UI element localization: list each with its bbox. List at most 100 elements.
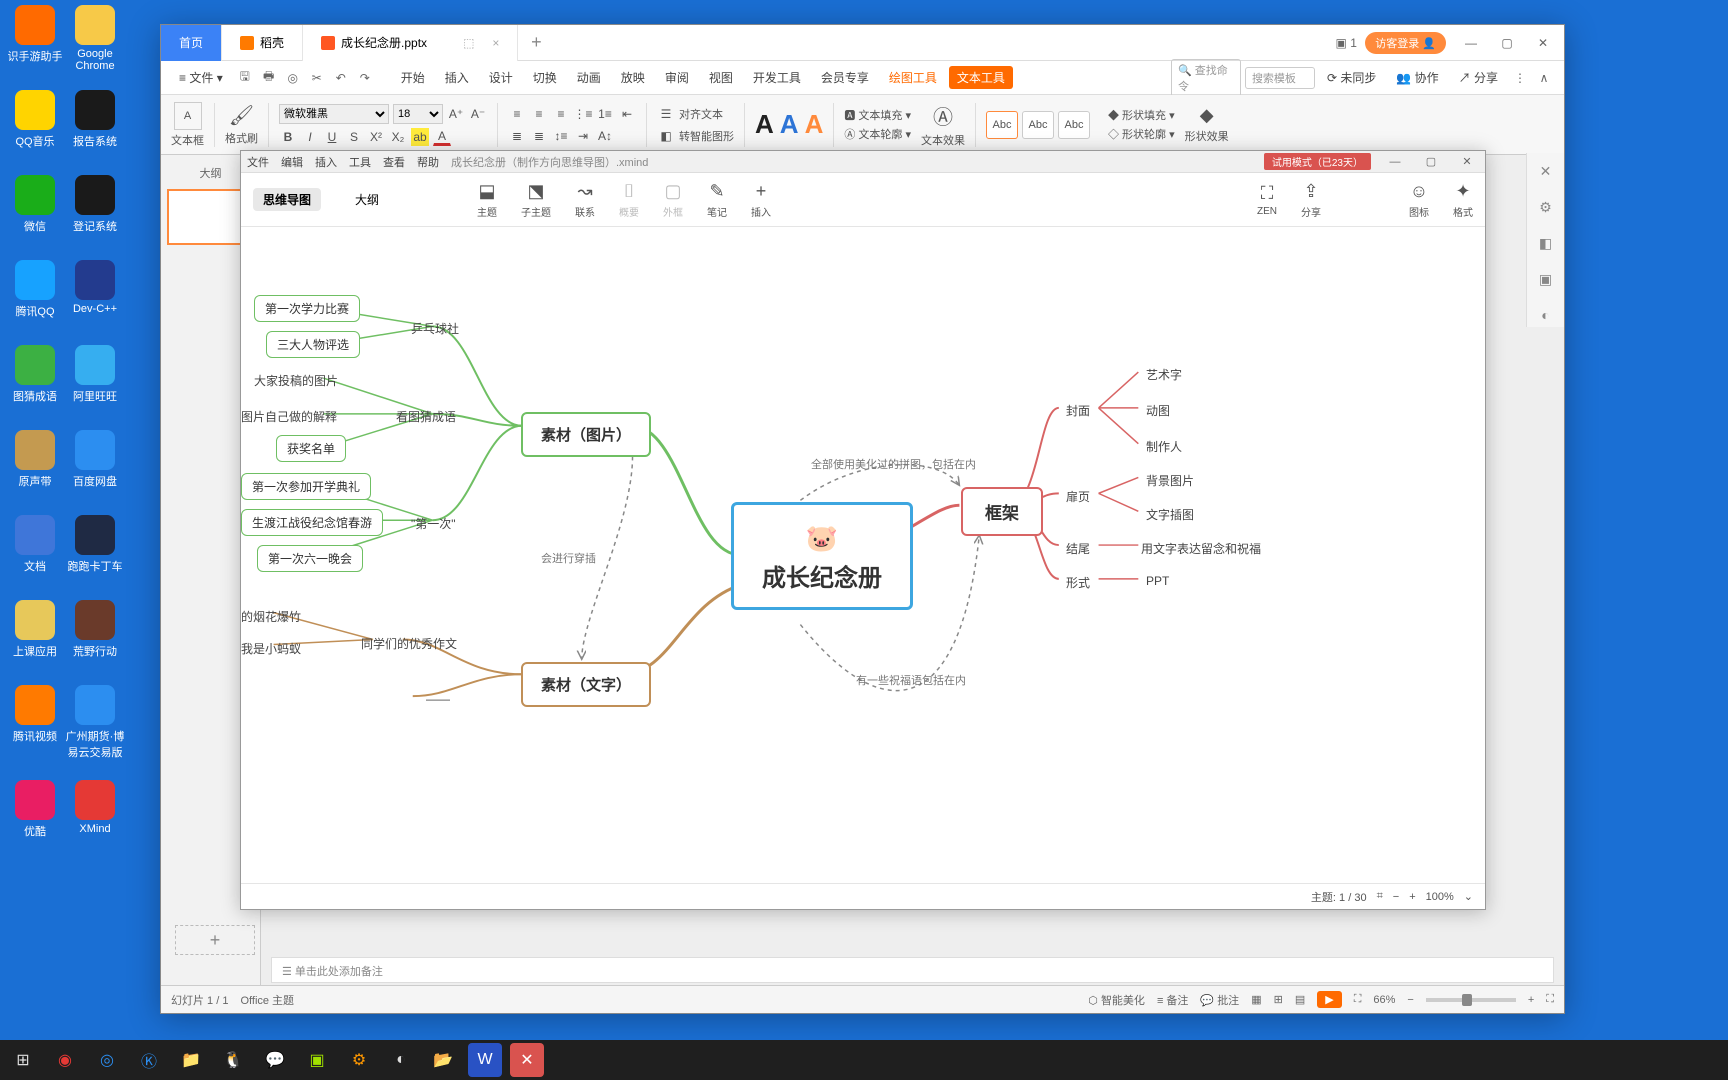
desktop-icon[interactable]: 广州期货·博易云交易版 xyxy=(65,685,125,760)
leaf[interactable]: 的烟花爆竹 xyxy=(241,608,301,625)
bullets-icon[interactable]: ⋮≡ xyxy=(574,105,592,123)
menu-insert[interactable]: 插入 xyxy=(437,65,477,90)
print-icon[interactable]: 🖶 xyxy=(259,68,279,88)
desktop-icon[interactable]: 报告系统 xyxy=(65,90,125,149)
leaf[interactable]: 第一次六一晚会 xyxy=(257,545,363,572)
desktop-icon[interactable]: 跑跑卡丁车 xyxy=(65,515,125,574)
zoom-out-icon[interactable]: − xyxy=(1407,994,1413,1006)
close-button[interactable]: ✕ xyxy=(1526,29,1560,57)
share-button-x[interactable]: ⇪分享 xyxy=(1301,181,1321,219)
format-button[interactable]: ✦格式 xyxy=(1453,181,1473,219)
desktop-icon[interactable]: 上课应用 xyxy=(5,600,65,659)
tab-home[interactable]: 首页 xyxy=(161,25,222,61)
x-menu-view[interactable]: 查看 xyxy=(383,154,405,170)
leaf[interactable]: 背景图片 xyxy=(1146,472,1194,489)
shape-style-2[interactable]: Abc xyxy=(1022,111,1054,139)
frame-button[interactable]: ▢外框 xyxy=(663,181,683,219)
task-wechat[interactable]: 💬 xyxy=(258,1043,292,1077)
format-painter[interactable]: 🖌格式刷 xyxy=(225,103,258,146)
x-close[interactable]: ✕ xyxy=(1455,155,1479,168)
desktop-icon[interactable]: 原声带 xyxy=(5,430,65,489)
leaf[interactable]: —— xyxy=(426,692,450,706)
leaf[interactable]: 生渡江战役纪念馆春游 xyxy=(241,509,383,536)
desktop-icon[interactable]: 登记系统 xyxy=(65,175,125,234)
menu-drawtools[interactable]: 绘图工具 xyxy=(881,65,945,90)
menu-review[interactable]: 审阅 xyxy=(657,65,697,90)
zoom-in-icon[interactable]: + xyxy=(1528,994,1534,1006)
font-select[interactable]: 微软雅黑 xyxy=(279,104,389,124)
zoom-value[interactable]: 66% xyxy=(1373,994,1395,1006)
leaf[interactable]: 艺术字 xyxy=(1146,366,1182,383)
tab-daoke[interactable]: 稻壳 xyxy=(222,25,303,61)
underline-icon[interactable]: U xyxy=(323,128,341,146)
align-left-icon[interactable]: ≡ xyxy=(508,105,526,123)
align-right-icon[interactable]: ≡ xyxy=(552,105,570,123)
subscript-icon[interactable]: X₂ xyxy=(389,128,407,146)
task-settings[interactable]: ⚙ xyxy=(342,1043,376,1077)
zen-button[interactable]: ⛶ZEN xyxy=(1257,183,1277,217)
task-netease[interactable]: ◉ xyxy=(48,1043,82,1077)
speaker-notes[interactable]: ☰ 单击此处添加备注 xyxy=(271,957,1554,983)
smartart-icon[interactable]: ◧ xyxy=(657,127,675,145)
x-menu-tool[interactable]: 工具 xyxy=(349,154,371,170)
leaf[interactable]: 大家投稿的图片 xyxy=(254,372,338,389)
grow-font-icon[interactable]: A⁺ xyxy=(447,105,465,123)
x-menu-file[interactable]: 文件 xyxy=(247,154,269,170)
fontsize-select[interactable]: 18 xyxy=(393,104,443,124)
numbering-icon[interactable]: 1≡ xyxy=(596,105,614,123)
leaf[interactable]: 动图 xyxy=(1146,402,1170,419)
fullscreen-icon[interactable]: ⛶ xyxy=(1546,993,1554,1006)
text-fill[interactable]: 🅰 文本填充 ▾ xyxy=(844,107,911,123)
menu-design[interactable]: 设计 xyxy=(481,65,521,90)
task-edge[interactable]: ◎ xyxy=(90,1043,124,1077)
node-frame[interactable]: 框架 xyxy=(961,487,1043,536)
menu-animation[interactable]: 动画 xyxy=(569,65,609,90)
leaf[interactable]: 文字插图 xyxy=(1146,506,1194,523)
subtopic-button[interactable]: ⬔子主题 xyxy=(521,181,551,219)
desktop-icon[interactable]: 图猜成语 xyxy=(5,345,65,404)
comment-toggle[interactable]: 💬 批注 xyxy=(1200,992,1239,1008)
leaf[interactable]: 结尾 xyxy=(1066,540,1090,557)
leaf[interactable]: 第一次学力比赛 xyxy=(254,295,360,322)
add-slide-button[interactable]: + xyxy=(175,925,255,955)
icon-button[interactable]: ☺图标 xyxy=(1409,181,1429,219)
node-txt[interactable]: 素材（文字） xyxy=(521,662,651,707)
fontcolor-icon[interactable]: A xyxy=(433,128,451,146)
desktop-icon[interactable]: 阿里旺旺 xyxy=(65,345,125,404)
smart-beautify[interactable]: ⬡ 智能美化 xyxy=(1088,992,1145,1008)
close-panel-icon[interactable]: ✕ xyxy=(1536,163,1556,183)
tool-1-icon[interactable]: ⚙ xyxy=(1536,199,1556,219)
xzoom-value[interactable]: 100% xyxy=(1426,891,1454,903)
leaf[interactable]: 乒乓球社 xyxy=(411,320,459,337)
view-reading-icon[interactable]: ▤ xyxy=(1295,993,1305,1006)
leaf[interactable]: 封面 xyxy=(1066,402,1090,419)
start-button[interactable]: ⊞ xyxy=(6,1043,40,1077)
desktop-icon[interactable]: 识手游助手 xyxy=(5,5,65,64)
leaf[interactable]: PPT xyxy=(1146,574,1169,588)
shape-style-3[interactable]: Abc xyxy=(1058,111,1090,139)
save-icon[interactable]: 🖫 xyxy=(235,68,255,88)
view-outline[interactable]: 大纲 xyxy=(345,188,389,211)
note-button[interactable]: ✎笔记 xyxy=(707,181,727,219)
indent-inc-icon[interactable]: ⇥ xyxy=(574,127,592,145)
menu-vip[interactable]: 会员专享 xyxy=(813,65,877,90)
menu-show[interactable]: 放映 xyxy=(613,65,653,90)
text-effect[interactable]: Ⓐ文本效果 xyxy=(921,101,965,148)
desktop-icon[interactable]: 腾讯视频 xyxy=(5,685,65,744)
relation-button[interactable]: ↝联系 xyxy=(575,181,595,219)
x-maximize[interactable]: ▢ xyxy=(1419,155,1443,168)
unsync-button[interactable]: ⟳ 未同步 xyxy=(1319,65,1384,90)
zoom-slider[interactable] xyxy=(1426,998,1516,1002)
tab-count-icon[interactable]: ▣ 1 xyxy=(1329,29,1363,57)
notes-toggle[interactable]: ≡ 备注 xyxy=(1157,992,1188,1008)
italic-icon[interactable]: I xyxy=(301,128,319,146)
map-overview-icon[interactable]: ⌗ xyxy=(1377,890,1383,903)
undo-icon[interactable]: ↶ xyxy=(331,68,351,88)
leaf[interactable]: 同学们的优秀作文 xyxy=(361,635,457,652)
desktop-icon[interactable]: 百度网盘 xyxy=(65,430,125,489)
tool-4-icon[interactable]: ◐ xyxy=(1536,307,1556,327)
topic-button[interactable]: ⬓主题 xyxy=(477,181,497,219)
task-xmind[interactable]: ✕ xyxy=(510,1043,544,1077)
redo-icon[interactable]: ↷ xyxy=(355,68,375,88)
search-template[interactable]: 搜索模板 xyxy=(1245,67,1315,89)
